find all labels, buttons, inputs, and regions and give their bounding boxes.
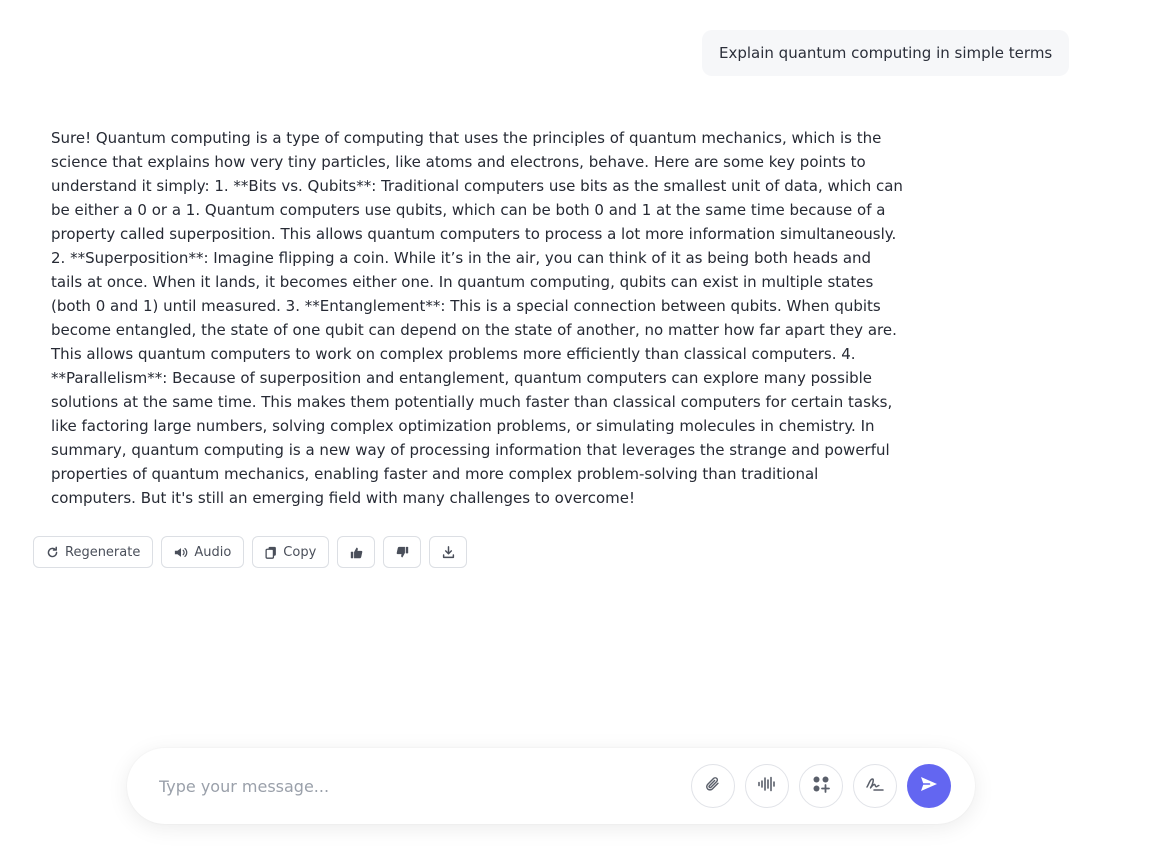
copy-label: Copy (283, 544, 317, 560)
copy-button[interactable]: Copy (252, 536, 330, 568)
send-button[interactable] (907, 764, 951, 808)
paperclip-icon (704, 775, 722, 797)
signature-button[interactable] (853, 764, 897, 808)
refresh-icon (46, 546, 59, 559)
user-message-text: Explain quantum computing in simple term… (719, 44, 1053, 62)
apps-plus-icon (812, 775, 830, 797)
send-icon (919, 774, 939, 798)
message-input[interactable] (157, 775, 681, 797)
copy-icon (265, 546, 277, 559)
download-button[interactable] (429, 536, 468, 568)
dislike-button[interactable] (383, 536, 422, 568)
download-icon (442, 545, 455, 559)
attach-button[interactable] (691, 764, 735, 808)
thumbs-up-icon (350, 546, 363, 559)
thumbs-down-icon (396, 546, 409, 559)
like-button[interactable] (337, 536, 376, 568)
regenerate-label: Regenerate (65, 544, 141, 560)
assistant-message: Sure! Quantum computing is a type of com… (51, 129, 903, 507)
speaker-icon (174, 546, 188, 559)
audio-button[interactable]: Audio (161, 536, 245, 568)
regenerate-button[interactable]: Regenerate (33, 536, 154, 568)
apps-button[interactable] (799, 764, 843, 808)
user-message-bubble: Explain quantum computing in simple term… (702, 30, 1070, 76)
audio-label: Audio (194, 544, 232, 560)
waveform-icon (757, 776, 777, 796)
message-action-bar: Regenerate Audio Copy (33, 536, 468, 568)
signature-icon (865, 775, 885, 797)
voice-button[interactable] (745, 764, 789, 808)
message-composer (127, 748, 975, 824)
